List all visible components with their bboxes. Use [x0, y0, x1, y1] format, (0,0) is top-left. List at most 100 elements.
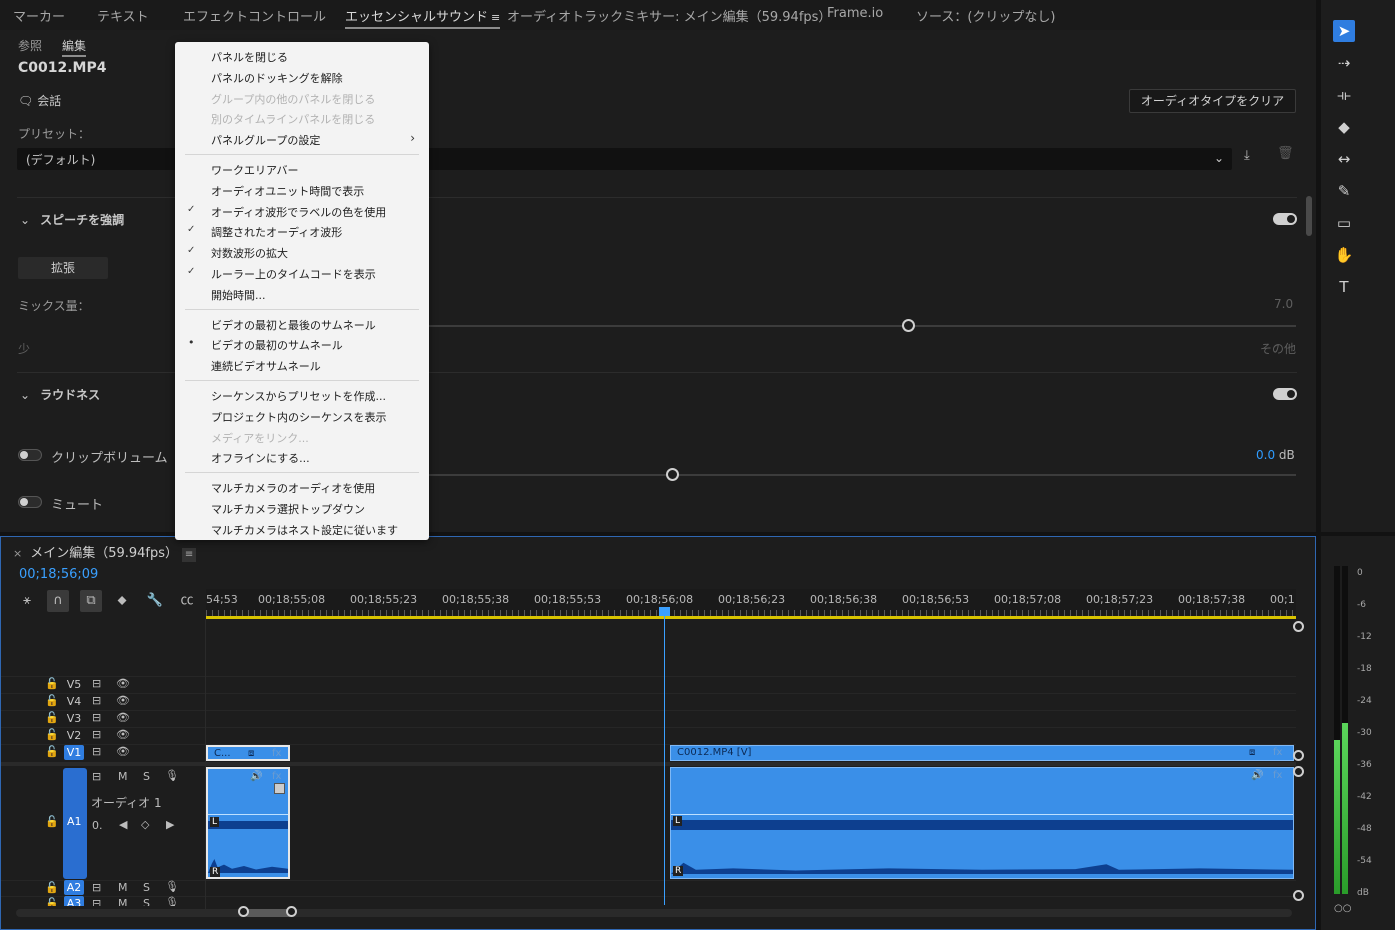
menu-item[interactable]: マルチカメラはネスト設定に従います — [175, 519, 429, 539]
add-keyframe-icon[interactable]: ◇ — [141, 818, 149, 831]
a3-track-name[interactable]: A3 — [64, 896, 84, 906]
microphone-icon[interactable]: 🎙 — [165, 896, 179, 906]
zoom-scroll-thumb[interactable] — [244, 909, 292, 917]
a1-solo-button[interactable]: S — [143, 770, 150, 783]
zoom-handle-left[interactable] — [238, 906, 249, 917]
pen-tool-icon[interactable]: ✎ — [1333, 180, 1355, 202]
tab-text[interactable]: テキスト — [97, 6, 149, 25]
menu-item[interactable]: パネルのドッキングを解除 — [175, 67, 429, 87]
speech-section-header[interactable]: ⌄ スピーチを強調 — [20, 211, 124, 228]
menu-item[interactable]: ビデオの最初と最後のサムネール — [175, 314, 429, 334]
work-area-bar[interactable] — [206, 616, 1296, 619]
lock-icon[interactable]: 🔓 — [45, 677, 59, 690]
eye-icon[interactable]: 👁 — [116, 745, 130, 758]
v5-track-name[interactable]: V5 — [64, 677, 84, 692]
menu-item[interactable]: ✓ 調整されたオーディオ波形 — [175, 221, 429, 241]
meter-solo-buttons[interactable]: ○○ — [1334, 903, 1351, 914]
rectangle-tool-icon[interactable]: ▭ — [1333, 212, 1355, 234]
menu-item[interactable]: 開始時間... — [175, 284, 429, 304]
sync-lock-icon[interactable]: ⊟ — [92, 897, 101, 906]
track-height-handle[interactable] — [1293, 621, 1304, 632]
microphone-icon[interactable]: 🎙 — [165, 769, 179, 782]
lock-icon[interactable]: 🔓 — [45, 728, 59, 741]
clip-volume-toggle[interactable] — [18, 449, 42, 461]
mix-slider-track[interactable] — [429, 325, 1296, 327]
hand-tool-icon[interactable]: ✋ — [1333, 244, 1355, 266]
razor-tool-icon[interactable]: ◆ — [1333, 116, 1355, 138]
menu-item[interactable]: ワークエリアバー — [175, 159, 429, 179]
toggle-sync-icon[interactable]: ⊟ — [92, 745, 101, 758]
type-tool-icon[interactable]: T — [1333, 276, 1355, 298]
menu-item[interactable]: ✓ オーディオ波形でラベルの色を使用 — [175, 201, 429, 221]
eye-icon[interactable]: 👁 — [116, 711, 130, 724]
clip-volume-slider-knob[interactable] — [666, 468, 679, 481]
v4-track-name[interactable]: V4 — [64, 694, 84, 709]
video-clip-right[interactable]: C0012.MP4 [V] ⧈ fx — [670, 745, 1294, 761]
time-ruler[interactable]: 54;53 00;18;55;08 00;18;55;23 00;18;55;38 00… — [206, 589, 1296, 619]
save-preset-icon[interactable]: ⤓ — [1244, 148, 1250, 163]
loudness-toggle[interactable] — [1273, 388, 1297, 400]
tab-frame-io[interactable]: Frame.io — [827, 6, 883, 21]
v1-track-name[interactable]: V1 — [64, 745, 84, 760]
track-height-handle[interactable] — [1293, 750, 1304, 761]
lock-icon[interactable]: 🔓 — [45, 815, 59, 828]
audio-clip-left[interactable]: 🔊 fx L R — [206, 767, 290, 879]
tab-effect-controls[interactable]: エフェクトコントロール — [183, 6, 326, 25]
add-marker-icon[interactable]: ⬥ — [111, 590, 133, 612]
track-height-handle[interactable] — [1293, 890, 1304, 901]
zoom-handle-right[interactable] — [286, 906, 297, 917]
toggle-sync-icon[interactable]: ⊟ — [92, 677, 101, 690]
tab-source[interactable]: ソース：(クリップなし) — [916, 6, 1056, 25]
menu-item[interactable]: パネルグループの設定 › — [175, 129, 429, 149]
panel-menu-icon[interactable]: ≡ — [182, 548, 197, 562]
subtab-edit[interactable]: 編集 — [62, 37, 87, 57]
track-select-tool-icon[interactable]: ⇢ — [1333, 52, 1355, 74]
lock-icon[interactable]: 🔓 — [45, 881, 59, 894]
mute-toggle[interactable] — [18, 496, 42, 508]
ripple-edit-tool-icon[interactable]: ⟛ — [1333, 84, 1355, 106]
previous-keyframe-icon[interactable]: ◀ — [119, 818, 127, 831]
eye-icon[interactable]: 👁 — [116, 677, 130, 690]
menu-item[interactable]: • ビデオの最初のサムネール — [175, 334, 429, 354]
menu-item[interactable]: ✓ ルーラー上のタイムコードを表示 — [175, 263, 429, 283]
mix-slider-knob[interactable] — [902, 319, 915, 332]
selection-tool-icon[interactable]: ➤ — [1333, 20, 1355, 42]
sync-lock-icon[interactable]: ⊟ — [92, 881, 101, 894]
video-clip-left[interactable]: C... ⧈ fx — [206, 745, 290, 761]
eye-icon[interactable]: 👁 — [116, 728, 130, 741]
slip-tool-icon[interactable]: ↔ — [1333, 148, 1355, 170]
tab-audio-track-mixer[interactable]: オーディオトラックミキサー: メイン編集（59.94fps） — [507, 6, 831, 25]
microphone-icon[interactable]: 🎙 — [165, 880, 179, 893]
a1-mute-button[interactable]: M — [118, 770, 128, 783]
tab-markers[interactable]: マーカー — [13, 6, 65, 25]
insert-nest-icon[interactable]: ⚹ — [16, 590, 38, 612]
clip-volume-value[interactable]: 0.0 dB — [1256, 448, 1295, 462]
snap-icon[interactable]: ∩ — [47, 590, 69, 612]
menu-item[interactable]: シーケンスからプリセットを作成... — [175, 385, 429, 405]
lock-icon[interactable]: 🔓 — [45, 694, 59, 707]
menu-item[interactable]: オフラインにする... — [175, 447, 429, 467]
panel-menu-icon[interactable]: ≡ — [491, 11, 500, 24]
sync-lock-icon[interactable]: ⊟ — [92, 770, 101, 783]
a2-solo-button[interactable]: S — [143, 881, 150, 894]
menu-item[interactable]: パネルを閉じる — [175, 46, 429, 66]
menu-item[interactable]: 連続ビデオサムネール — [175, 355, 429, 375]
settings-wrench-icon[interactable]: 🔧 — [144, 590, 166, 612]
a3-solo-button[interactable]: S — [143, 897, 150, 906]
a2-mute-button[interactable]: M — [118, 881, 128, 894]
loudness-section-header[interactable]: ⌄ ラウドネス — [20, 386, 100, 403]
a2-track-name[interactable]: A2 — [64, 880, 84, 895]
v3-track-name[interactable]: V3 — [64, 711, 84, 726]
menu-item[interactable]: オーディオユニット時間で表示 — [175, 180, 429, 200]
linked-selection-icon[interactable]: ⧉ — [80, 590, 102, 612]
lock-icon[interactable]: 🔓 — [45, 897, 59, 906]
a1-volume-level[interactable]: 0. — [92, 819, 103, 832]
speech-toggle[interactable] — [1273, 213, 1297, 225]
menu-item[interactable]: マルチカメラのオーディオを使用 — [175, 477, 429, 497]
clip-volume-slider-track[interactable] — [429, 474, 1296, 476]
timeline-zoom-scrollbar[interactable] — [16, 906, 1292, 917]
track-height-handle[interactable] — [1293, 766, 1304, 777]
toggle-sync-icon[interactable]: ⊟ — [92, 711, 101, 724]
delete-preset-icon[interactable]: 🗑 — [1277, 146, 1294, 161]
eye-icon[interactable]: 👁 — [116, 694, 130, 707]
